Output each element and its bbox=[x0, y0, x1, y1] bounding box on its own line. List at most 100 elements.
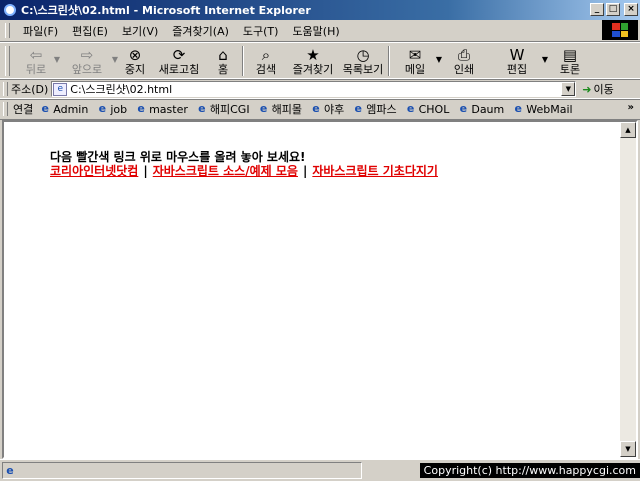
ie-link-icon: e bbox=[312, 102, 320, 115]
ie-link-icon: e bbox=[459, 102, 468, 115]
mail-icon: ✉ bbox=[408, 46, 422, 64]
print-button[interactable]: ⎙ 인쇄 bbox=[440, 43, 488, 79]
link-chol[interactable]: e CHOL bbox=[405, 102, 450, 116]
history-label: 목록보기 bbox=[342, 63, 384, 76]
link-label: job bbox=[110, 102, 128, 116]
ie-link-icon: e bbox=[514, 102, 522, 115]
refresh-button[interactable]: ⟳ 새로고침 bbox=[154, 43, 204, 79]
link-daum[interactable]: e Daum bbox=[457, 102, 505, 116]
edit-button[interactable]: W 편집 ▼ bbox=[488, 43, 548, 79]
menu-grip[interactable] bbox=[5, 23, 10, 38]
link-label: Admin bbox=[53, 102, 89, 116]
status-bar: e Copyright(c) http://www.happycgi.com bbox=[0, 459, 640, 481]
forward-arrow-icon: ⇨ bbox=[80, 46, 94, 64]
link-javascript-basics[interactable]: 자바스크립트 기초다지기 bbox=[312, 164, 438, 178]
scroll-up-icon[interactable]: ▲ bbox=[620, 122, 636, 138]
link-label: CHOL bbox=[418, 102, 450, 116]
mail-label: 메일 bbox=[404, 63, 426, 76]
ie-status-icon: e bbox=[6, 464, 14, 477]
mail-button[interactable]: ✉ 메일 ▼ bbox=[390, 43, 442, 79]
ie-link-icon: e bbox=[354, 102, 362, 115]
link-label: 야후 bbox=[323, 103, 345, 116]
search-button[interactable]: ⌕ 검색 bbox=[244, 43, 288, 79]
link-happymall[interactable]: e 해피몰 bbox=[258, 101, 302, 117]
status-pane: e bbox=[2, 462, 362, 479]
favorites-button[interactable]: ★ 즐겨찾기 bbox=[288, 43, 338, 79]
address-bar: 주소(D) e ▼ ➜ 이동 bbox=[0, 78, 640, 100]
link-empas[interactable]: e 엠파스 bbox=[352, 101, 396, 117]
link-label: 엠파스 bbox=[366, 103, 397, 116]
search-label: 검색 bbox=[255, 63, 277, 76]
link-label: 해피CGI bbox=[209, 103, 250, 116]
stop-icon: ⊗ bbox=[128, 46, 142, 64]
menu-bar: 파일(F) 편집(E) 보기(V) 즐겨찾기(A) 도구(T) 도움말(H) bbox=[0, 20, 640, 42]
discuss-label: 토론 bbox=[559, 63, 581, 76]
maximize-button[interactable]: □ bbox=[606, 3, 620, 16]
title-bar[interactable]: C:\스크린샷\02.html - Microsoft Internet Exp… bbox=[0, 0, 640, 20]
ie-page-icon bbox=[3, 3, 17, 17]
vertical-scrollbar[interactable]: ▲ ▼ bbox=[620, 122, 636, 457]
link-separator: | bbox=[302, 164, 308, 178]
favorites-folder-icon: ★ bbox=[306, 46, 320, 64]
ie-link-icon: e bbox=[137, 102, 145, 115]
home-button[interactable]: ⌂ 홈 bbox=[204, 43, 242, 79]
ie-link-icon: e bbox=[41, 102, 49, 115]
menu-tools[interactable]: 도구(T) bbox=[236, 23, 286, 39]
windows-logo-icon bbox=[602, 20, 638, 40]
links-grip[interactable] bbox=[3, 102, 8, 116]
back-arrow-icon: ⇦ bbox=[29, 46, 43, 64]
link-label: Daum bbox=[471, 102, 505, 116]
address-grip[interactable] bbox=[3, 82, 8, 96]
link-admin[interactable]: e Admin bbox=[39, 102, 89, 116]
links-bar: 연결 e Admin e job e master e 해피CGI e 해피몰 e 야후 e… bbox=[0, 98, 640, 120]
link-job[interactable]: e job bbox=[96, 102, 128, 116]
page-content: 다음 빨간색 링크 위로 마우스를 올려 놓아 보세요! 코리아인터넷닷컴 | 자바… bbox=[50, 150, 438, 178]
address-dropdown-icon[interactable]: ▼ bbox=[561, 82, 576, 96]
go-button[interactable]: ➜ 이동 bbox=[582, 81, 613, 97]
close-button[interactable]: × bbox=[624, 3, 638, 16]
link-yahoo[interactable]: e 야후 bbox=[310, 101, 344, 117]
page-viewport: 다음 빨간색 링크 위로 마우스를 올려 놓아 보세요! 코리아인터넷닷컴 | 자바… bbox=[2, 120, 638, 459]
address-label: 주소(D) bbox=[11, 83, 49, 96]
link-korea-internet[interactable]: 코리아인터넷닷컴 bbox=[50, 164, 138, 178]
link-master[interactable]: e master bbox=[135, 103, 188, 116]
back-label: 뒤로 bbox=[25, 63, 47, 76]
forward-label: 앞으로 bbox=[71, 63, 103, 76]
link-javascript-source[interactable]: 자바스크립트 소스/예제 모음 bbox=[153, 164, 298, 178]
word-document-icon: W bbox=[509, 46, 525, 64]
favorites-label: 즐겨찾기 bbox=[292, 63, 334, 76]
ie-link-icon: e bbox=[98, 102, 107, 115]
window-title: C:\스크린샷\02.html - Microsoft Internet Exp… bbox=[21, 4, 311, 17]
link-label: 해피몰 bbox=[271, 103, 302, 116]
ie-link-icon: e bbox=[259, 102, 268, 115]
standard-toolbar: ⇦ 뒤로 ▼ ⇨ 앞으로 ▼ ⊗ 중지 ⟳ 새로고침 ⌂ 홈 ⌕ 검색 ★ 즐겨… bbox=[0, 42, 640, 80]
search-icon: ⌕ bbox=[261, 46, 271, 64]
scroll-down-icon[interactable]: ▼ bbox=[620, 441, 636, 457]
discuss-button[interactable]: ▤ 토론 bbox=[546, 43, 594, 79]
menu-favorites[interactable]: 즐겨찾기(A) bbox=[165, 23, 236, 39]
stop-button[interactable]: ⊗ 중지 bbox=[116, 43, 154, 79]
links-label: 연결 bbox=[13, 103, 34, 116]
forward-button[interactable]: ⇨ 앞으로 ▼ bbox=[58, 43, 118, 79]
refresh-label: 새로고침 bbox=[158, 63, 200, 76]
toolbar-grip[interactable] bbox=[5, 46, 10, 76]
window-controls: _ □ × bbox=[590, 3, 638, 16]
ie-link-icon: e bbox=[406, 102, 415, 115]
address-input[interactable] bbox=[70, 82, 551, 96]
menu-file[interactable]: 파일(F) bbox=[16, 23, 65, 39]
stop-label: 중지 bbox=[124, 63, 146, 76]
address-field[interactable]: e ▼ bbox=[51, 81, 577, 97]
minimize-button[interactable]: _ bbox=[590, 3, 604, 16]
link-label: WebMail bbox=[526, 102, 573, 116]
print-label: 인쇄 bbox=[453, 63, 475, 76]
menu-edit[interactable]: 편집(E) bbox=[65, 23, 115, 39]
links-more-chevron-icon[interactable]: » bbox=[628, 102, 634, 113]
link-happycgi[interactable]: e 해피CGI bbox=[196, 101, 250, 117]
printer-icon: ⎙ bbox=[457, 46, 470, 64]
history-button[interactable]: ◷ 목록보기 bbox=[338, 43, 388, 79]
link-label: master bbox=[149, 102, 188, 116]
menu-help[interactable]: 도움말(H) bbox=[285, 23, 346, 39]
back-button[interactable]: ⇦ 뒤로 ▼ bbox=[14, 43, 60, 79]
link-webmail[interactable]: e WebMail bbox=[512, 102, 573, 116]
menu-view[interactable]: 보기(V) bbox=[115, 23, 165, 39]
